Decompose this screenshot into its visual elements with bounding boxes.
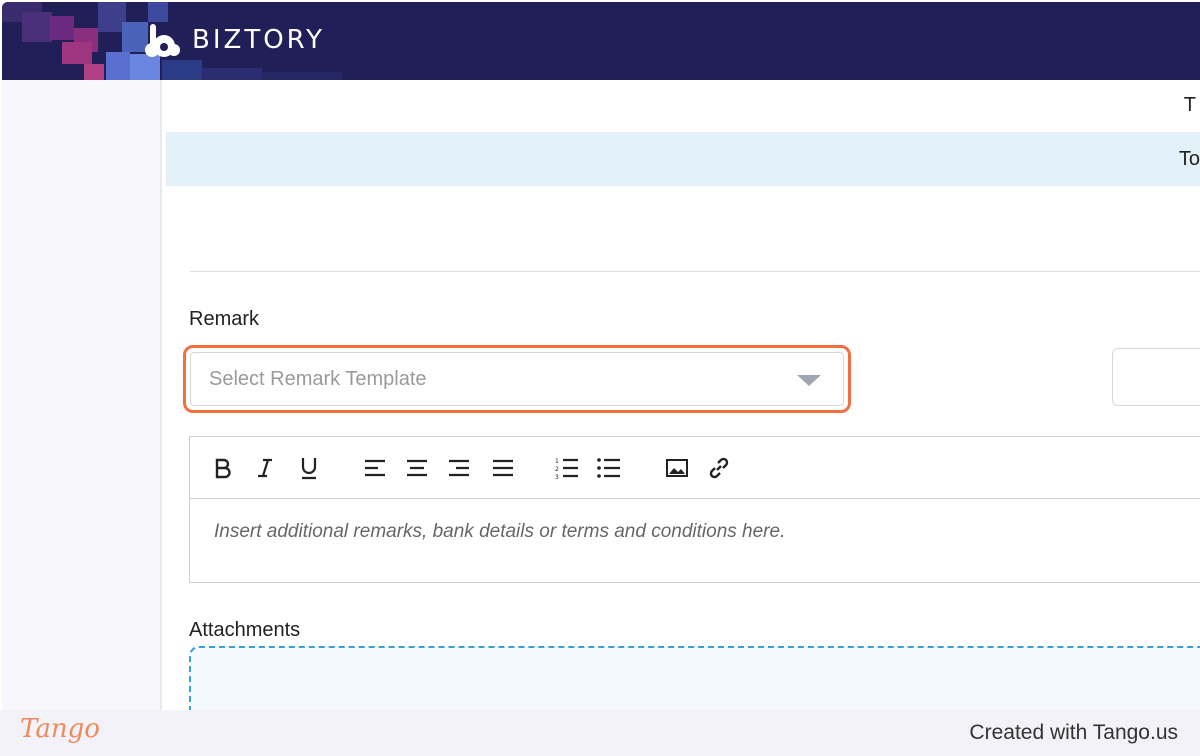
underline-icon[interactable] [296, 455, 322, 481]
editor-toolbar: 123 [190, 437, 1200, 499]
biztory-logo-icon [145, 24, 180, 57]
attachments-dropzone[interactable] [189, 646, 1200, 710]
sidebar [2, 80, 162, 710]
brand-name: BIZTORY [192, 25, 325, 55]
section-divider [190, 271, 1200, 272]
footer-credit: Created with Tango.us [969, 721, 1178, 744]
align-center-icon[interactable] [404, 455, 430, 481]
italic-icon[interactable] [252, 455, 278, 481]
summary-row-label: T [1183, 94, 1196, 116]
top-navbar: BIZTORY [2, 2, 1200, 80]
chevron-down-icon [797, 375, 821, 386]
justify-icon[interactable] [490, 455, 516, 481]
tango-footer: Tango Created with Tango.us [0, 710, 1200, 756]
bullet-list-icon[interactable] [596, 455, 622, 481]
attachments-label: Attachments [189, 619, 301, 641]
svg-text:1: 1 [555, 458, 559, 465]
remark-template-highlight: Select Remark Template [183, 345, 851, 413]
align-left-icon[interactable] [362, 455, 388, 481]
main-content: T To Remark Select Remark Template 1 2 3… [166, 80, 1200, 710]
link-icon[interactable] [706, 455, 732, 481]
tango-logo: Tango [20, 714, 100, 744]
secondary-input[interactable] [1112, 348, 1200, 406]
svg-text:3: 3 [555, 474, 559, 479]
remark-template-select[interactable]: Select Remark Template [190, 352, 844, 406]
app-window: BIZTORY T To Remark Select Remark Templa… [0, 0, 1200, 756]
remark-template-placeholder: Select Remark Template [209, 368, 427, 390]
bold-icon[interactable] [210, 455, 236, 481]
total-row: To [166, 132, 1200, 186]
svg-text:2: 2 [555, 466, 559, 473]
editor-placeholder: Insert additional remarks, bank details … [214, 521, 786, 542]
remark-label: Remark [189, 308, 260, 330]
biztory-logo[interactable]: BIZTORY [142, 20, 325, 60]
image-icon[interactable] [664, 455, 690, 481]
remark-editor[interactable]: 123 Insert additional remarks, bank deta… [189, 436, 1200, 583]
total-row-label: To [1178, 148, 1200, 170]
align-right-icon[interactable] [446, 455, 472, 481]
numbered-list-icon[interactable]: 123 [554, 455, 580, 481]
